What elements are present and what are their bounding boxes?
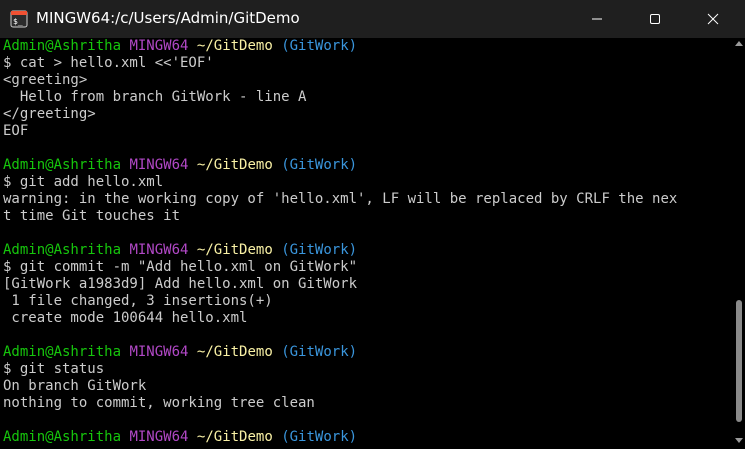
- prompt-line: Admin@Ashritha MINGW64 ~/GitDemo (GitWor…: [3, 38, 677, 55]
- prompt-user: Admin@Ashritha: [3, 429, 122, 445]
- output-line: create mode 100644 hello.xml: [3, 310, 248, 326]
- output-line: <greeting>: [3, 72, 88, 88]
- prompt-line: Admin@Ashritha MINGW64 ~/GitDemo (GitWor…: [3, 242, 677, 259]
- command-line: $ git status: [3, 361, 105, 377]
- command-line: $ git add hello.xml: [3, 174, 164, 190]
- prompt-branch: (GitWork): [281, 38, 358, 54]
- vertical-scrollbar[interactable]: [733, 38, 745, 449]
- command-line: $ cat > hello.xml <<'EOF': [3, 55, 214, 71]
- output-line: 1 file changed, 3 insertions(+): [3, 293, 273, 309]
- minimize-icon: [591, 10, 603, 29]
- prompt-path: ~/GitDemo: [196, 429, 273, 445]
- output-line: On branch GitWork: [3, 378, 147, 394]
- close-icon: [707, 10, 719, 29]
- prompt-line: Admin@Ashritha MINGW64 ~/GitDemo (GitWor…: [3, 157, 677, 174]
- maximize-button[interactable]: [632, 0, 678, 38]
- window-title: MINGW64:/c/Users/Admin/GitDemo: [36, 9, 300, 27]
- prompt-path: ~/GitDemo: [196, 157, 273, 173]
- output-line: t time Git touches it: [3, 208, 181, 224]
- prompt-host: MINGW64: [129, 344, 189, 360]
- close-button[interactable]: [690, 0, 736, 38]
- prompt-branch: (GitWork): [281, 242, 358, 258]
- scroll-down-arrow-icon[interactable]: [735, 438, 743, 443]
- prompt-branch: (GitWork): [281, 429, 358, 445]
- terminal-window: $_ MINGW64:/c/Users/Admin/GitDemo Admin@…: [0, 0, 745, 449]
- prompt-branch: (GitWork): [281, 344, 358, 360]
- prompt-path: ~/GitDemo: [196, 38, 273, 54]
- scroll-up-arrow-icon[interactable]: [735, 41, 743, 46]
- svg-text:$_: $_: [13, 17, 23, 26]
- scrollbar-thumb[interactable]: [736, 300, 742, 422]
- output-line: nothing to commit, working tree clean: [3, 395, 315, 411]
- prompt-user: Admin@Ashritha: [3, 344, 122, 360]
- prompt-user: Admin@Ashritha: [3, 157, 122, 173]
- prompt-path: ~/GitDemo: [196, 242, 273, 258]
- prompt-branch: (GitWork): [281, 157, 358, 173]
- minimize-button[interactable]: [574, 0, 620, 38]
- prompt-host: MINGW64: [129, 242, 189, 258]
- output-line: EOF: [3, 123, 29, 139]
- output-line: [GitWork a1983d9] Add hello.xml on GitWo…: [3, 276, 358, 292]
- terminal-output[interactable]: Admin@Ashritha MINGW64 ~/GitDemo (GitWor…: [0, 38, 733, 449]
- prompt-host: MINGW64: [129, 429, 189, 445]
- maximize-icon: [649, 10, 661, 29]
- prompt-host: MINGW64: [129, 157, 189, 173]
- prompt-user: Admin@Ashritha: [3, 38, 122, 54]
- output-line: </greeting>: [3, 106, 96, 122]
- output-line: Hello from branch GitWork - line A: [3, 89, 307, 105]
- prompt-line: Admin@Ashritha MINGW64 ~/GitDemo (GitWor…: [3, 344, 677, 361]
- prompt-line: Admin@Ashritha MINGW64 ~/GitDemo (GitWor…: [3, 429, 677, 446]
- prompt-user: Admin@Ashritha: [3, 242, 122, 258]
- prompt-path: ~/GitDemo: [196, 344, 273, 360]
- git-bash-icon: $_: [10, 10, 28, 28]
- title-bar[interactable]: $_ MINGW64:/c/Users/Admin/GitDemo: [0, 0, 745, 38]
- command-line: $ git commit -m "Add hello.xml on GitWor…: [3, 259, 358, 275]
- output-line: warning: in the working copy of 'hello.x…: [3, 191, 678, 207]
- prompt-host: MINGW64: [129, 38, 189, 54]
